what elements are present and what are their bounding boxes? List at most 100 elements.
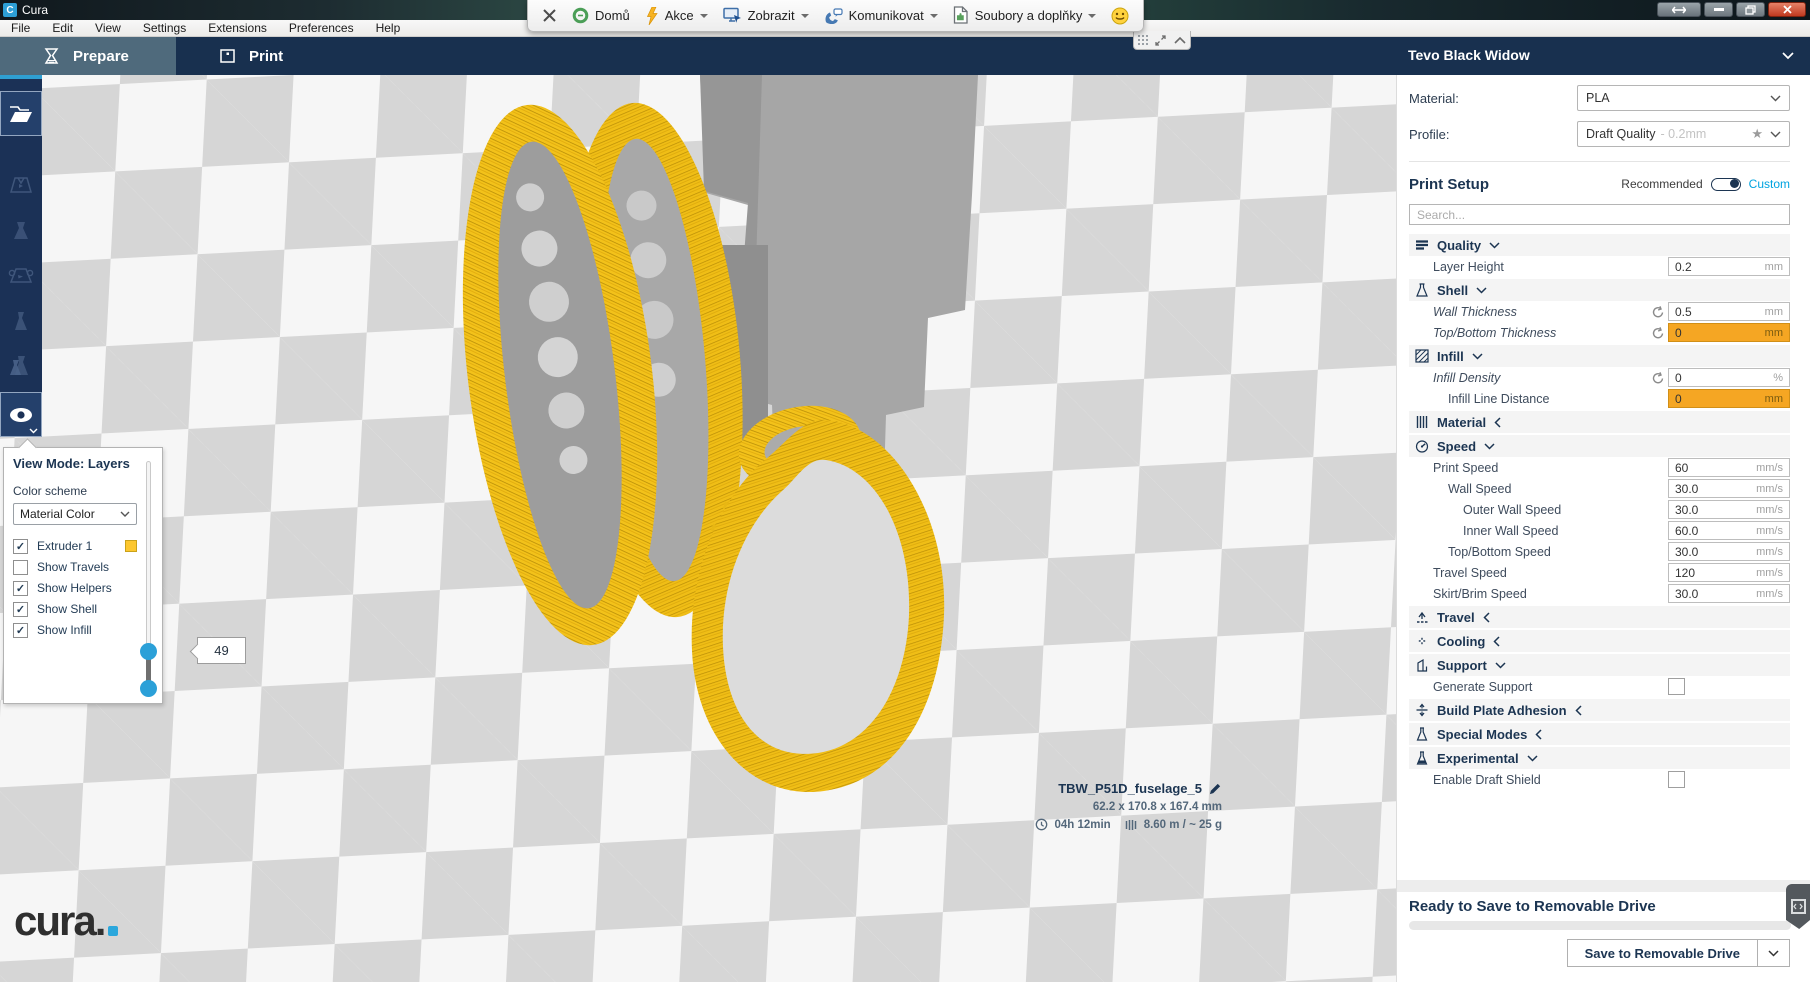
menu-preferences[interactable]: Preferences — [278, 20, 365, 36]
skirt-brim-speed-value-box[interactable]: 30.0mm/s — [1668, 584, 1790, 603]
category-shell[interactable]: Shell — [1409, 279, 1790, 301]
category-travel[interactable]: Travel — [1409, 606, 1790, 628]
save-options-chevron-button[interactable] — [1758, 939, 1790, 967]
machine-chevron-down-icon[interactable] — [1782, 52, 1794, 60]
dock-collapse-chevron-icon[interactable] — [1174, 37, 1186, 44]
rotate-tool[interactable] — [0, 253, 42, 298]
setting-label: Top/Bottom Speed — [1409, 545, 1551, 559]
setting-label: Wall Thickness — [1409, 305, 1517, 319]
select-chevron-down-icon — [120, 511, 130, 518]
category-cooling[interactable]: Cooling — [1409, 630, 1790, 652]
top-bottom-thickness-value-box[interactable]: 0mm — [1668, 323, 1790, 342]
category-material[interactable]: Material — [1409, 411, 1790, 433]
view-mode-button[interactable] — [0, 392, 42, 437]
rename-pencil-icon[interactable] — [1209, 782, 1222, 795]
window-minimize-button[interactable] — [1704, 2, 1733, 17]
remote-toolbar-soubory-a-dopl-ky[interactable]: Soubory a doplňky — [953, 6, 1097, 25]
layer-slider-upper-handle[interactable] — [140, 643, 157, 660]
window-restore-button[interactable] — [1736, 2, 1765, 17]
setup-mode-toggle[interactable] — [1711, 178, 1741, 191]
layer-slider-lower-handle[interactable] — [140, 680, 157, 697]
color-scheme-select[interactable]: Material Color — [13, 503, 137, 525]
profile-dropdown[interactable]: Draft Quality - 0.2mm ★ — [1577, 121, 1790, 147]
show-travels-checkbox[interactable] — [13, 560, 28, 575]
scale-tool[interactable] — [0, 208, 42, 253]
window-resize-button[interactable] — [1657, 2, 1701, 17]
extruder-1-checkbox[interactable]: ✓ — [13, 539, 28, 554]
chevron-down-icon — [1489, 242, 1500, 249]
custom-label[interactable]: Custom — [1749, 177, 1790, 191]
show-helpers-checkbox[interactable]: ✓ — [13, 581, 28, 596]
category-experimental[interactable]: Experimental — [1409, 747, 1790, 769]
filament-usage: 8.60 m / ~ 25 g — [1144, 819, 1222, 831]
show-shell-checkbox[interactable]: ✓ — [13, 602, 28, 617]
profile-star-icon[interactable]: ★ — [1751, 126, 1763, 142]
wall-speed-value-box[interactable]: 30.0mm/s — [1668, 479, 1790, 498]
reset-value-icon[interactable] — [1651, 371, 1665, 385]
infill-line-distance-value-box[interactable]: 0mm — [1668, 389, 1790, 408]
menu-edit[interactable]: Edit — [41, 20, 84, 36]
category-label: Experimental — [1437, 751, 1519, 766]
category-speed[interactable]: Speed — [1409, 435, 1790, 457]
open-file-button[interactable] — [0, 91, 42, 136]
per-model-settings-tool[interactable] — [0, 343, 42, 388]
category-infill[interactable]: Infill — [1409, 345, 1790, 367]
filament-icon — [1125, 819, 1138, 831]
shell-category-icon — [1415, 283, 1429, 297]
reset-value-icon[interactable] — [1651, 326, 1665, 340]
move-tool[interactable] — [0, 163, 42, 208]
outer-wall-speed-value-box[interactable]: 30.0mm/s — [1668, 500, 1790, 519]
session-close-icon[interactable] — [542, 8, 557, 23]
setting-unit: mm/s — [1756, 504, 1783, 516]
dropdown-caret-icon — [930, 14, 938, 22]
material-dropdown[interactable]: PLA — [1577, 85, 1790, 111]
window-close-button[interactable] — [1768, 2, 1806, 17]
enable-draft-shield-checkbox[interactable] — [1668, 771, 1685, 788]
model-dimensions: 62.2 x 170.8 x 167.4 mm — [1035, 801, 1222, 813]
category-support[interactable]: Support — [1409, 654, 1790, 676]
inner-wall-speed-value-box[interactable]: 60.0mm/s — [1668, 521, 1790, 540]
category-label: Quality — [1437, 238, 1481, 253]
save-to-removable-drive-button[interactable]: Save to Removable Drive — [1567, 939, 1758, 967]
category-build-plate-adhesion[interactable]: Build Plate Adhesion — [1409, 699, 1790, 721]
tab-prepare[interactable]: Prepare — [0, 37, 176, 75]
menu-help[interactable]: Help — [365, 20, 412, 36]
top-bottom-speed-value-box[interactable]: 30.0mm/s — [1668, 542, 1790, 561]
remote-sidebar-grip[interactable] — [1786, 884, 1810, 929]
remote-toolbar-dom[interactable]: Domů — [572, 7, 630, 24]
viewopt-label: Show Travels — [37, 560, 109, 574]
remote-toolbar-zobrazit[interactable]: Zobrazit — [723, 7, 809, 24]
generate-support-checkbox[interactable] — [1668, 678, 1685, 695]
tab-print[interactable]: Print — [176, 37, 352, 75]
category-special-modes[interactable]: Special Modes — [1409, 723, 1790, 745]
layer-height-value-box[interactable]: 0.2mm — [1668, 257, 1790, 276]
travel-speed-value-box[interactable]: 120mm/s — [1668, 563, 1790, 582]
menu-view[interactable]: View — [84, 20, 132, 36]
settings-search-input[interactable] — [1409, 204, 1790, 225]
mirror-tool[interactable] — [0, 298, 42, 343]
remote-toolbar-komunikovat[interactable]: Komunikovat — [824, 8, 938, 24]
dropdown-caret-icon — [700, 14, 708, 22]
print-speed-value-box[interactable]: 60mm/s — [1668, 458, 1790, 477]
show-infill-checkbox[interactable]: ✓ — [13, 623, 28, 638]
prepare-icon — [42, 47, 61, 66]
infill-density-value-box[interactable]: 0% — [1668, 368, 1790, 387]
3d-viewport[interactable]: TBW_P51D_fuselage_5 62.2 x 170.8 x 167.4… — [0, 75, 1396, 982]
profile-label: Profile: — [1409, 127, 1577, 142]
machine-selector[interactable]: Tevo Black Widow — [1408, 47, 1530, 63]
dock-grid-icon[interactable] — [1138, 35, 1148, 45]
menu-settings[interactable]: Settings — [132, 20, 197, 36]
wall-thickness-value-box[interactable]: 0.5mm — [1668, 302, 1790, 321]
setting-value: 0 — [1675, 371, 1682, 385]
menu-file[interactable]: File — [0, 20, 41, 36]
dock-expand-icon[interactable] — [1155, 35, 1166, 46]
tool-column — [0, 75, 42, 437]
smiley-icon[interactable] — [1111, 7, 1129, 25]
menu-extensions[interactable]: Extensions — [197, 20, 278, 36]
reset-value-icon[interactable] — [1651, 305, 1665, 319]
remote-toolbar-akce[interactable]: Akce — [645, 7, 708, 25]
category-label: Material — [1437, 415, 1486, 430]
recommended-label[interactable]: Recommended — [1621, 177, 1702, 191]
setting-label: Travel Speed — [1409, 566, 1507, 580]
category-quality[interactable]: Quality — [1409, 234, 1790, 256]
